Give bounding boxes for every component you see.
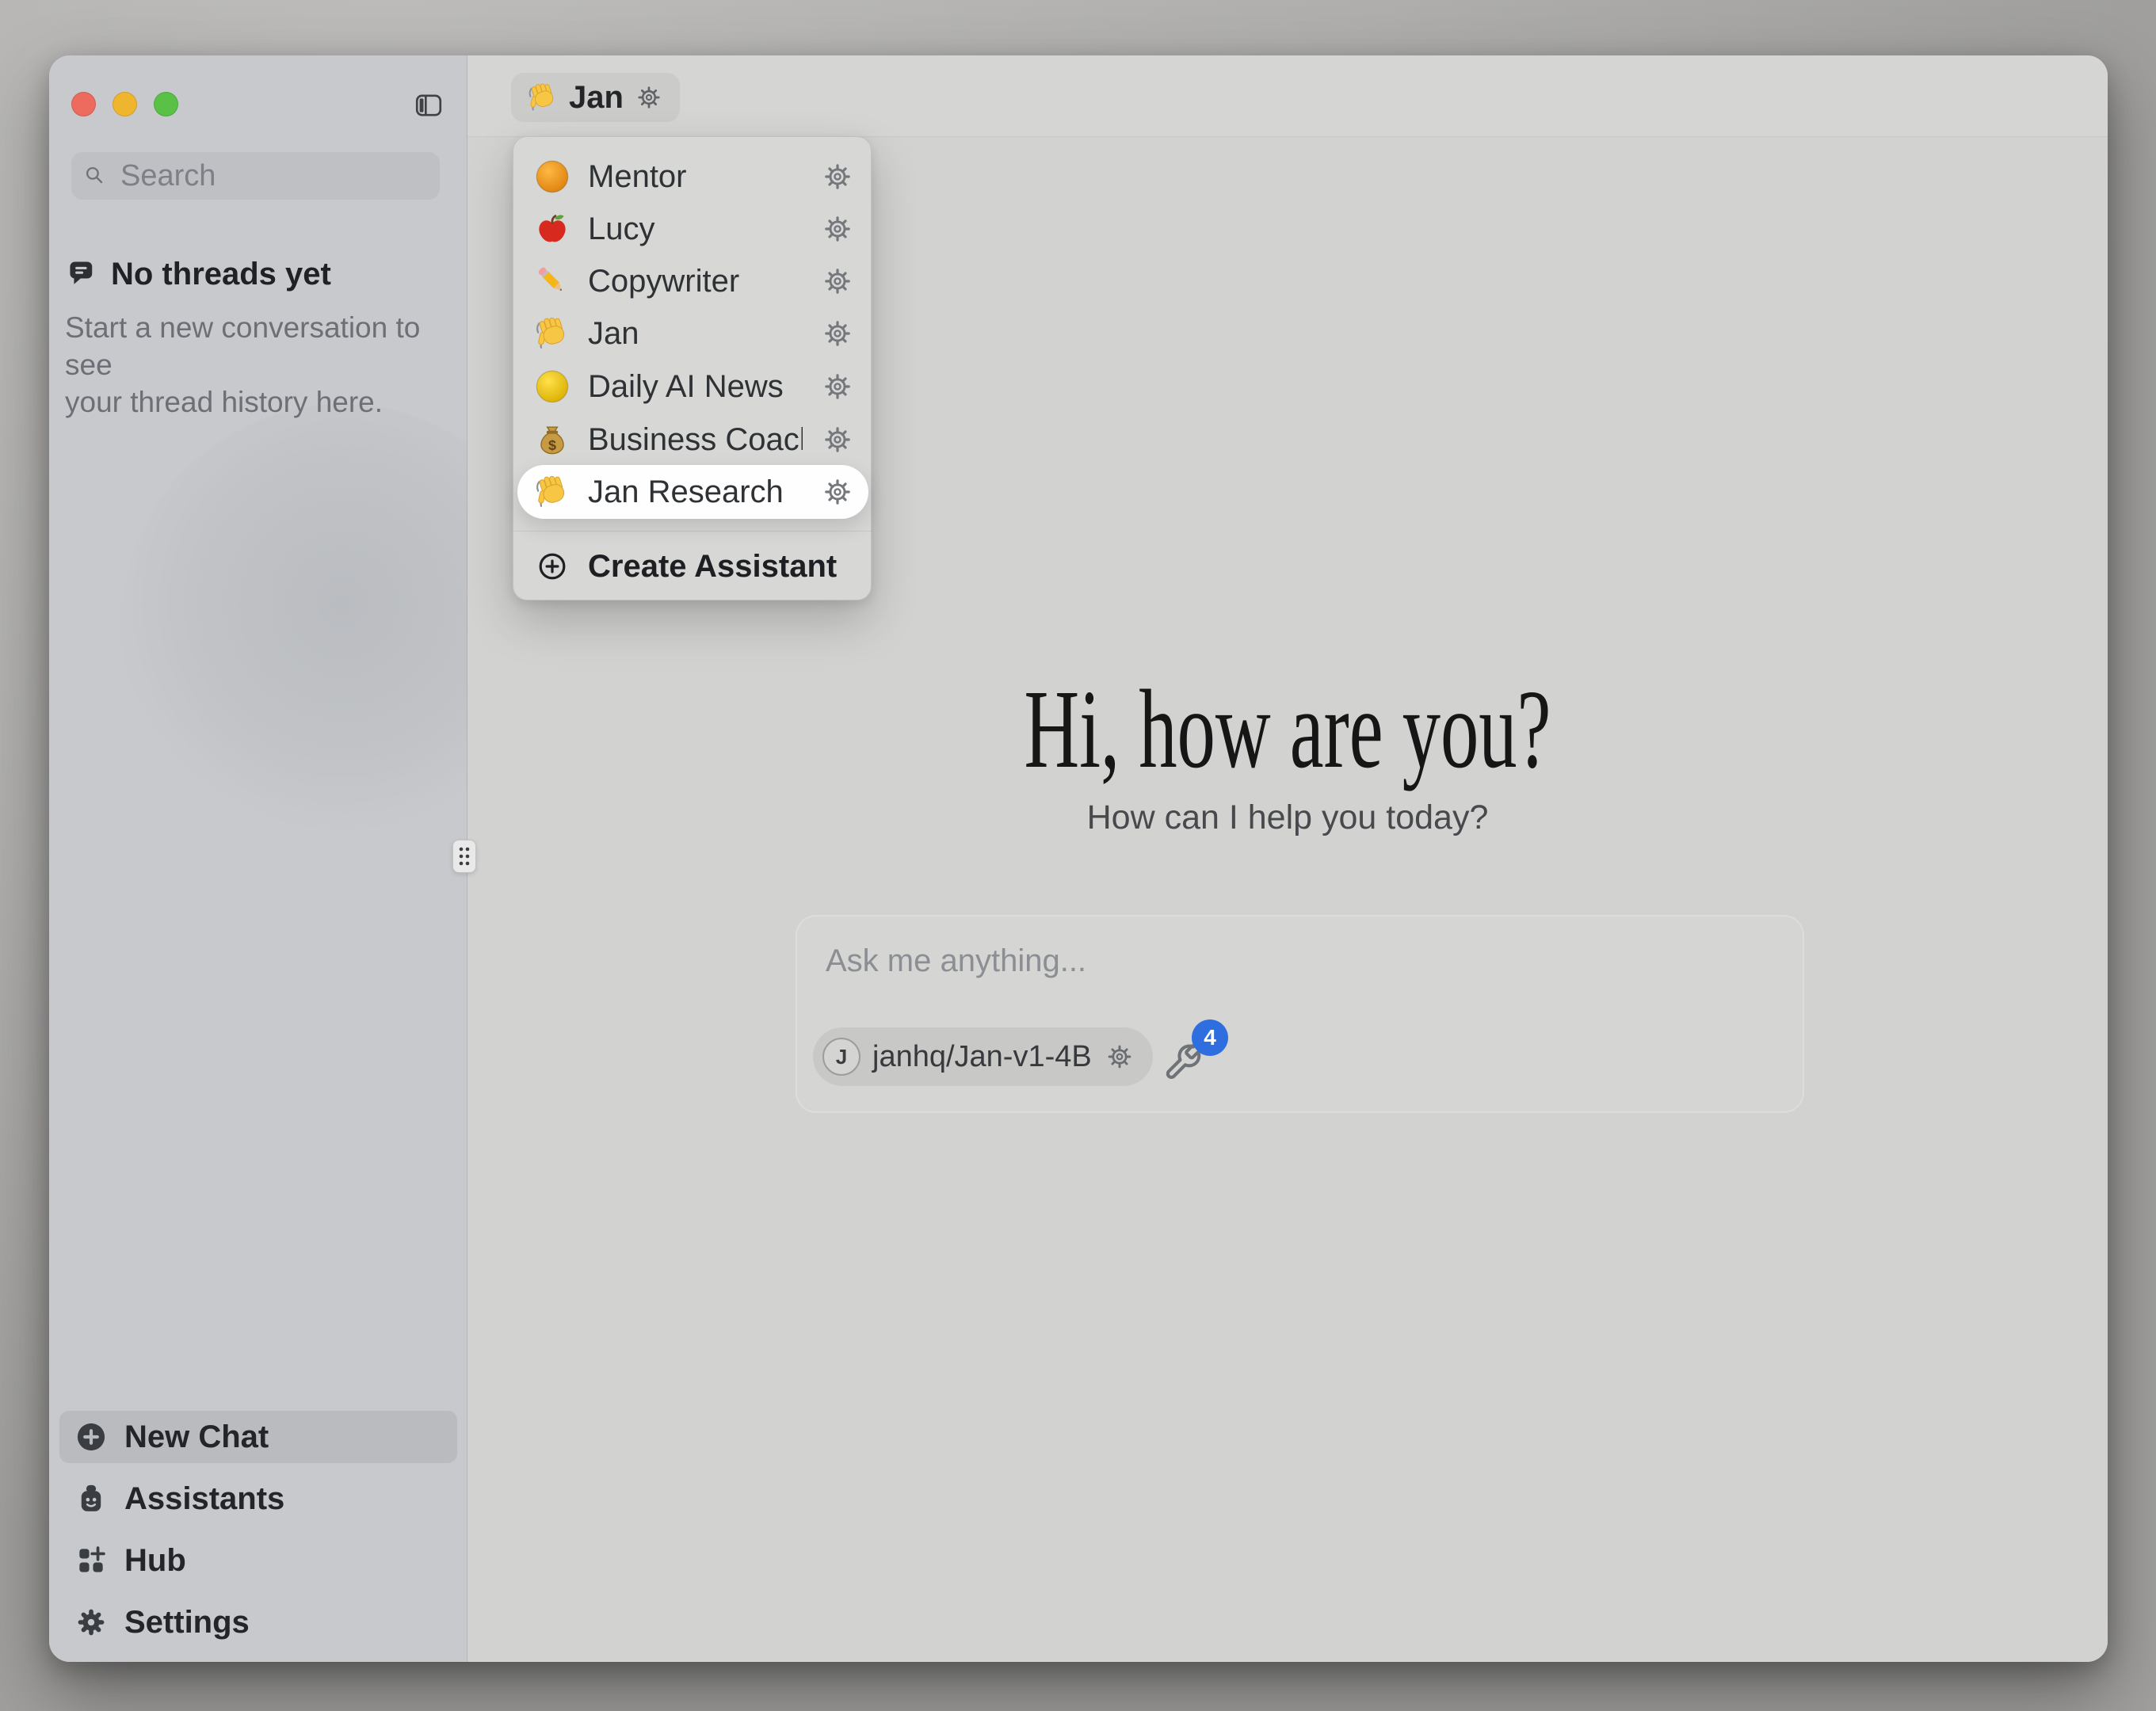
assistant-selector-chip[interactable]: Jan: [511, 73, 680, 122]
sidebar-resize-handle[interactable]: [452, 840, 476, 873]
item-settings-icon[interactable]: [820, 211, 855, 246]
window-controls: [71, 92, 178, 116]
model-name: janhq/Jan-v1-4B: [872, 1040, 1092, 1074]
money-bag-icon: [534, 421, 570, 458]
assistant-dropdown-menu: Mentor Lucy Copywriter: [513, 136, 872, 600]
empty-threads-line2: your thread history here.: [65, 383, 423, 421]
item-settings-icon[interactable]: [820, 316, 855, 351]
main-header: [467, 55, 2108, 137]
red-apple-icon: [534, 211, 570, 247]
menu-item-label: Business Coach: [588, 422, 803, 458]
menu-item-daily-ai-news[interactable]: Daily AI News: [513, 360, 872, 413]
greeting-title: Hi, how are you?: [467, 672, 2108, 787]
model-avatar: J: [822, 1038, 860, 1076]
orange-circle-icon: [534, 158, 570, 195]
search-input[interactable]: [71, 152, 440, 200]
pencil-icon: [534, 263, 570, 299]
sidebar-toggle-icon: [412, 90, 445, 120]
bot-icon: [74, 1481, 109, 1516]
sidebar-item-label: Hub: [124, 1543, 186, 1579]
yellow-circle-icon: [534, 368, 570, 405]
zoom-window-button[interactable]: [154, 92, 178, 116]
grid-plus-icon: [74, 1543, 109, 1578]
tools-count-badge: 4: [1192, 1019, 1228, 1056]
empty-threads-title: No threads yet: [111, 257, 331, 292]
menu-separator: [513, 531, 872, 532]
sidebar-item-label: Settings: [124, 1605, 250, 1641]
menu-item-label: Jan Research: [588, 474, 803, 510]
model-selector-chip[interactable]: J janhq/Jan-v1-4B: [813, 1027, 1153, 1086]
chat-input[interactable]: [797, 916, 1803, 1012]
app-window: No threads yet Start a new conversation …: [49, 55, 2108, 1662]
menu-item-mentor[interactable]: Mentor: [513, 151, 872, 203]
sidebar: No threads yet Start a new conversation …: [49, 55, 467, 1662]
waving-hand-icon: [527, 82, 559, 113]
menu-item-label: Mentor: [588, 159, 803, 195]
menu-item-label: Copywriter: [588, 264, 803, 299]
menu-item-lucy[interactable]: Lucy: [513, 203, 872, 255]
menu-item-label: Lucy: [588, 211, 803, 247]
assistant-chip-label: Jan: [569, 80, 624, 116]
sidebar-item-label: Assistants: [124, 1481, 284, 1517]
menu-item-copywriter[interactable]: Copywriter: [513, 255, 872, 307]
sidebar-item-new-chat[interactable]: New Chat: [59, 1411, 457, 1463]
plus-circle-icon: [74, 1419, 109, 1454]
item-settings-icon[interactable]: [820, 264, 855, 299]
empty-threads-description: Start a new conversation to see your thr…: [65, 309, 423, 421]
waving-hand-icon: [534, 315, 570, 352]
menu-item-jan[interactable]: Jan: [513, 307, 872, 360]
toggle-sidebar-button[interactable]: [412, 90, 445, 120]
greeting-subtitle: How can I help you today?: [467, 798, 2108, 841]
threads-message-icon: [67, 258, 98, 290]
item-settings-icon[interactable]: [820, 422, 855, 457]
create-assistant-button[interactable]: Create Assistant: [513, 540, 872, 593]
sidebar-item-hub[interactable]: Hub: [59, 1534, 457, 1587]
empty-threads-line1: Start a new conversation to see: [65, 309, 423, 383]
item-settings-icon[interactable]: [820, 474, 855, 509]
assistant-settings-icon[interactable]: [634, 82, 664, 112]
waving-hand-icon: [534, 474, 570, 510]
grip-dots-icon: [453, 840, 475, 872]
plus-circle-outline-icon: [534, 548, 570, 585]
item-settings-icon[interactable]: [820, 369, 855, 404]
minimize-window-button[interactable]: [113, 92, 137, 116]
chat-composer: J janhq/Jan-v1-4B 4: [796, 915, 1804, 1113]
create-assistant-label: Create Assistant: [588, 549, 855, 585]
main-area: Jan Mentor Lucy: [467, 55, 2108, 1662]
model-settings-icon[interactable]: [1104, 1041, 1135, 1073]
sidebar-item-assistants[interactable]: Assistants: [59, 1473, 457, 1525]
menu-item-jan-research-selected[interactable]: Jan Research: [513, 466, 872, 518]
menu-item-business-coach[interactable]: Business Coach: [513, 413, 872, 466]
sidebar-item-settings[interactable]: Settings: [59, 1596, 457, 1648]
close-window-button[interactable]: [71, 92, 96, 116]
sidebar-item-label: New Chat: [124, 1419, 269, 1455]
menu-item-label: Jan: [588, 316, 803, 352]
menu-item-label: Daily AI News: [588, 369, 803, 405]
item-settings-icon[interactable]: [820, 159, 855, 194]
gear-icon: [74, 1605, 109, 1640]
search-box[interactable]: [71, 152, 440, 200]
